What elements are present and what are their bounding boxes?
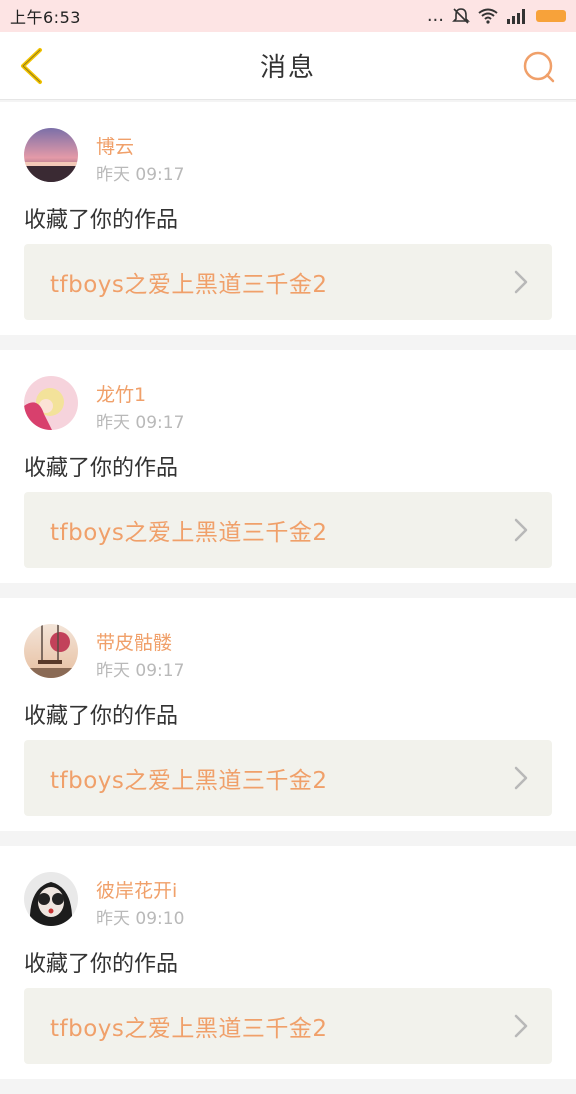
work-link[interactable]: tfboys之爱上黑道三千金2 (24, 740, 552, 816)
action-text: 收藏了你的作品 (24, 208, 179, 233)
status-icons: ... (427, 7, 566, 25)
status-bar: 上午6:53 ... (0, 0, 576, 32)
chevron-left-icon (21, 48, 42, 84)
username[interactable]: 带皮骷髅 (96, 628, 172, 655)
battery-icon (536, 10, 566, 22)
chevron-right-icon (514, 270, 528, 294)
avatar[interactable] (24, 128, 78, 182)
wifi-icon (478, 8, 498, 24)
timestamp: 昨天 09:17 (96, 165, 185, 185)
username[interactable]: 龙竹1 (96, 380, 146, 407)
signal-icon (507, 9, 525, 24)
avatar[interactable] (24, 624, 78, 678)
avatar[interactable] (24, 376, 78, 430)
work-link[interactable]: tfboys之爱上黑道三千金2 (24, 988, 552, 1064)
username[interactable]: 彼岸花开i (96, 876, 177, 903)
notification-card: 带皮骷髅 昨天 09:17 收藏了你的作品 tfboys之爱上黑道三千金2 (0, 598, 576, 831)
timestamp: 昨天 09:17 (96, 413, 185, 433)
back-button[interactable] (14, 46, 48, 86)
work-title: tfboys之爱上黑道三千金2 (50, 1016, 328, 1042)
work-link[interactable]: tfboys之爱上黑道三千金2 (24, 244, 552, 320)
action-text: 收藏了你的作品 (24, 456, 179, 481)
nav-bar: 消息 (0, 32, 576, 100)
notification-card: 博云 昨天 09:17 收藏了你的作品 tfboys之爱上黑道三千金2 (0, 102, 576, 335)
mute-bell-icon (452, 8, 470, 24)
page-title: 消息 (259, 53, 316, 83)
notification-card: 彼岸花开i 昨天 09:10 收藏了你的作品 tfboys之爱上黑道三千金2 (0, 846, 576, 1079)
work-link[interactable]: tfboys之爱上黑道三千金2 (24, 492, 552, 568)
search-icon[interactable] (522, 50, 556, 84)
work-title: tfboys之爱上黑道三千金2 (50, 768, 328, 794)
action-text: 收藏了你的作品 (24, 952, 179, 977)
avatar[interactable] (24, 872, 78, 926)
chevron-right-icon (514, 766, 528, 790)
status-time: 上午6:53 (10, 8, 81, 27)
work-title: tfboys之爱上黑道三千金2 (50, 520, 328, 546)
username[interactable]: 博云 (96, 132, 134, 159)
timestamp: 昨天 09:17 (96, 661, 185, 681)
chevron-right-icon (514, 518, 528, 542)
notification-card: 龙竹1 昨天 09:17 收藏了你的作品 tfboys之爱上黑道三千金2 (0, 350, 576, 583)
more-dots-icon: ... (426, 5, 444, 26)
timestamp: 昨天 09:10 (96, 909, 185, 929)
notification-feed: 博云 昨天 09:17 收藏了你的作品 tfboys之爱上黑道三千金2 龙竹1 … (0, 102, 576, 1094)
work-title: tfboys之爱上黑道三千金2 (50, 272, 328, 298)
chevron-right-icon (514, 1014, 528, 1038)
action-text: 收藏了你的作品 (24, 704, 179, 729)
